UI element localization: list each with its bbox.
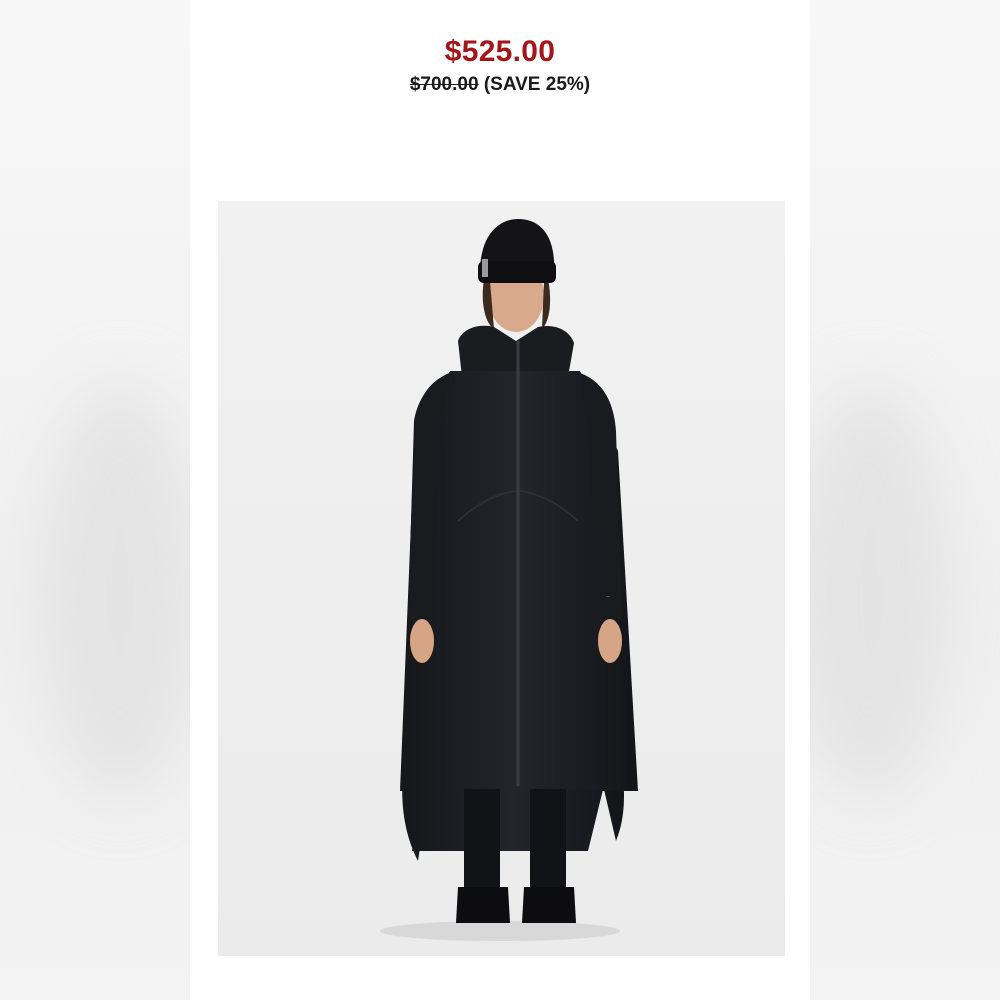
- product-photo[interactable]: ~: [218, 201, 785, 956]
- blurred-backdrop-right: [790, 0, 1000, 1000]
- savings-label: (SAVE 25%): [483, 74, 591, 95]
- blurred-backdrop-left: [0, 0, 200, 1000]
- sale-price: $525.00: [444, 35, 556, 68]
- original-price-row: $700.00 (SAVE 25%): [190, 72, 810, 98]
- product-listing-page: $525.00 $700.00 (SAVE 25%) ~: [0, 0, 1000, 1000]
- svg-text:~: ~: [606, 594, 610, 601]
- model-in-black-parka-illustration: ~: [218, 201, 785, 956]
- original-price: $700.00: [409, 74, 479, 95]
- price-block: $525.00 $700.00 (SAVE 25%): [190, 34, 810, 98]
